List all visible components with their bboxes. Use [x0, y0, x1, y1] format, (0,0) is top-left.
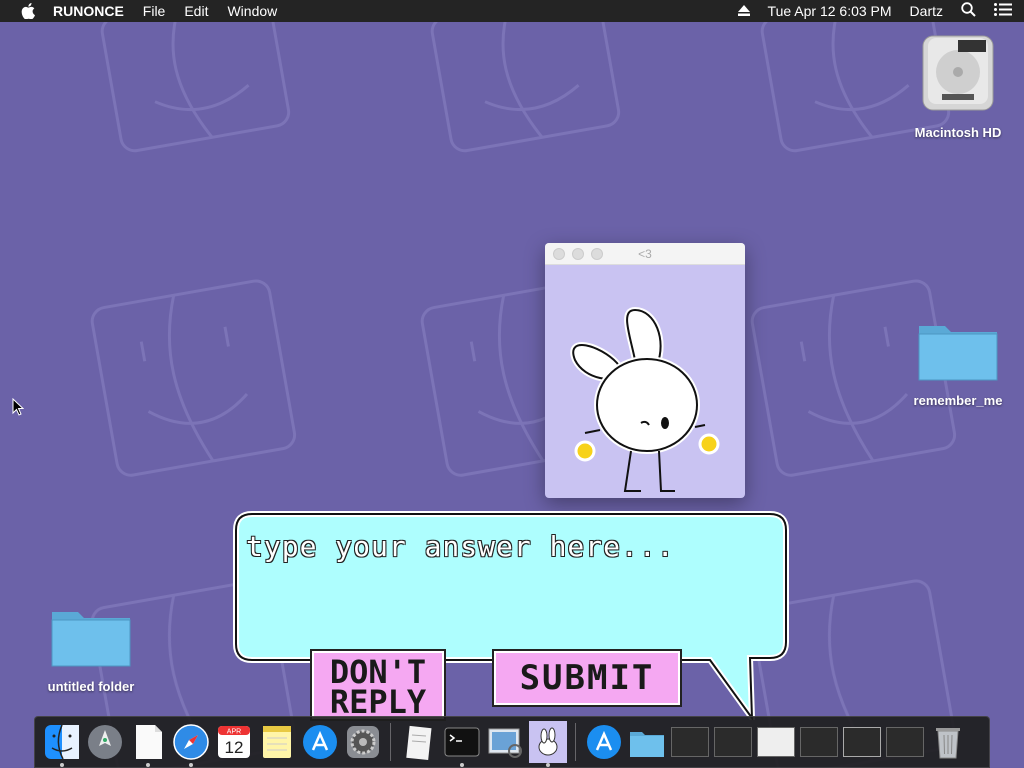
- calendar-month: APR: [226, 729, 240, 736]
- app-menu[interactable]: RUNONCE: [53, 3, 124, 19]
- preview-icon: [488, 728, 522, 758]
- trash-icon: [935, 728, 960, 759]
- dock-app-store[interactable]: [301, 721, 339, 763]
- window-thumbnail: [756, 727, 795, 757]
- dock-terminal[interactable]: [443, 721, 481, 767]
- dock-window-5[interactable]: [842, 721, 881, 763]
- dock-notes[interactable]: [258, 721, 296, 763]
- untitled-folder[interactable]: untitled folder: [36, 604, 146, 694]
- dock-trash[interactable]: [929, 721, 967, 763]
- notes-icon: [262, 726, 291, 758]
- app-store-icon: [586, 725, 621, 759]
- window-title: <3: [638, 247, 652, 261]
- clock[interactable]: Tue Apr 12 6:03 PM: [768, 3, 892, 19]
- dock-system-preferences[interactable]: [344, 721, 382, 763]
- dont-reply-button[interactable]: DON'T REPLY: [310, 649, 446, 721]
- bunny-app-icon: [538, 727, 557, 756]
- dock-launchpad[interactable]: [86, 721, 124, 763]
- edit-menu[interactable]: Edit: [184, 3, 208, 19]
- dock-window-1[interactable]: [670, 721, 709, 763]
- dock-runonce[interactable]: [528, 721, 567, 767]
- bunny-character: [570, 306, 720, 492]
- window-titlebar[interactable]: <3: [545, 243, 745, 265]
- terminal-icon: [444, 727, 479, 757]
- dock-folder[interactable]: [628, 721, 666, 763]
- rocket-icon: [87, 725, 122, 759]
- folder-icon: [629, 732, 664, 757]
- calendar-day: 12: [224, 738, 243, 757]
- document-icon: [135, 725, 162, 759]
- folder-icon: [918, 326, 998, 381]
- mouse-pointer-icon: [12, 398, 24, 416]
- dock-separator: [575, 723, 576, 761]
- finder-icon: [44, 724, 79, 760]
- dock-window-2[interactable]: [713, 721, 752, 763]
- window-menu[interactable]: Window: [227, 3, 277, 19]
- icon-label: untitled folder: [47, 679, 135, 694]
- window-thumbnail: [713, 727, 752, 757]
- dock-app-store-downloads[interactable]: [585, 721, 623, 763]
- user-menu[interactable]: Dartz: [910, 3, 943, 19]
- dock: APR 12: [34, 716, 990, 768]
- apple-menu-icon[interactable]: [17, 0, 39, 22]
- window-thumbnail: [885, 727, 924, 757]
- icon-label: remember_me: [913, 393, 1003, 408]
- menu-bar: RUNONCE File Edit Window Tue Apr 12 6:03…: [0, 0, 1024, 22]
- dock-window-6[interactable]: [885, 721, 924, 763]
- icon-label: Macintosh HD: [914, 125, 1002, 140]
- compass-icon: [172, 724, 209, 760]
- dock-document[interactable]: [400, 721, 438, 763]
- notification-center-icon[interactable]: [994, 3, 1012, 19]
- window-thumbnail: [799, 727, 838, 757]
- dock-finder[interactable]: [43, 721, 81, 767]
- dock-window-3[interactable]: [756, 721, 795, 763]
- app-window[interactable]: <3: [545, 243, 745, 498]
- dock-calendar[interactable]: APR 12: [215, 721, 253, 763]
- answer-input[interactable]: [246, 526, 771, 566]
- hard-drive-icon: [922, 35, 994, 111]
- dock-separator: [390, 723, 391, 761]
- dock-preview[interactable]: [486, 721, 524, 763]
- textedit-document-icon: [405, 725, 432, 761]
- spotlight-search-icon[interactable]: [961, 2, 976, 20]
- window-thumbnail: [670, 727, 709, 757]
- app-store-icon: [302, 725, 337, 759]
- submit-button[interactable]: SUBMIT: [492, 649, 682, 707]
- remember-me-folder[interactable]: remember_me: [903, 318, 1013, 408]
- dock-window-4[interactable]: [799, 721, 838, 763]
- eject-icon[interactable]: [737, 3, 750, 19]
- dock-textedit[interactable]: [129, 721, 167, 767]
- calendar-icon: APR 12: [217, 726, 250, 758]
- dock-safari[interactable]: [172, 721, 210, 767]
- folder-icon: [51, 612, 131, 667]
- window-thumbnail: [842, 727, 881, 757]
- file-menu[interactable]: File: [143, 3, 166, 19]
- macintosh-hd-icon[interactable]: Macintosh HD: [903, 32, 1013, 140]
- gear-icon: [346, 726, 379, 758]
